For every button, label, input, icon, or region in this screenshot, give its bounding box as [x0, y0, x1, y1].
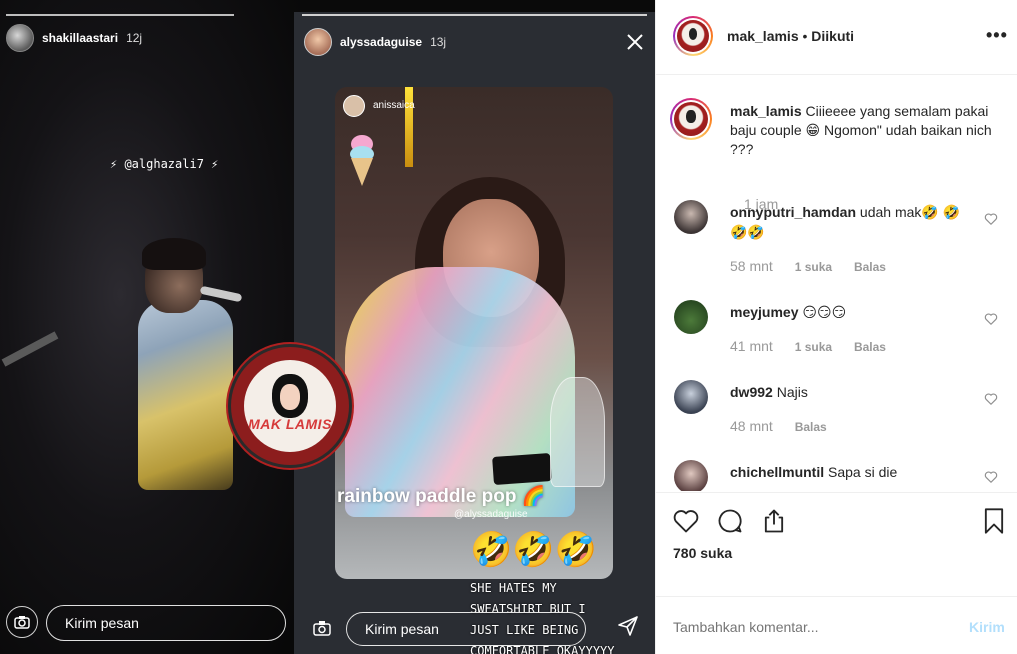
- more-options-icon[interactable]: •••: [986, 26, 1008, 44]
- inner-story-avatar: [343, 95, 365, 117]
- heart-icon[interactable]: [984, 212, 998, 226]
- comment-body: onnyputri_hamdan udah mak🤣 🤣🤣🤣: [730, 202, 970, 242]
- story-message-input[interactable]: Kirim pesan: [46, 605, 286, 641]
- story-username[interactable]: shakillaastari: [42, 31, 118, 45]
- caption-body: mak_lamis Ciiieeee yang semalam pakai ba…: [730, 102, 1000, 159]
- emoji-sticker: 🤣🤣🤣: [470, 531, 598, 569]
- comment-body: meyjumey 😏😏😏: [730, 302, 970, 322]
- story-sticker-tag: @alyssadaguise: [454, 509, 528, 520]
- singer-hair: [142, 238, 206, 270]
- separator-dot: •: [802, 28, 808, 44]
- phone-on-table: [492, 453, 552, 485]
- comment-meta: 41 mnt 1 suka Balas: [730, 338, 904, 354]
- post-side-panel: mak_lamis • Diikuti ••• mak_lamis Ciiiee…: [655, 0, 1017, 654]
- story-time: 12j: [126, 31, 143, 45]
- story-avatar[interactable]: [6, 24, 34, 52]
- wine-glass: [550, 377, 605, 487]
- story-time: 13j: [430, 35, 447, 49]
- singer-body: [138, 300, 233, 490]
- send-icon[interactable]: [616, 614, 640, 638]
- comment-avatar[interactable]: [674, 380, 708, 414]
- comment-meta: 58 mnt 1 suka Balas: [730, 258, 904, 274]
- comment-time[interactable]: 58 mnt: [730, 258, 773, 274]
- mak-lamis-watermark-logo: MAK LAMIS: [228, 344, 352, 468]
- comment-input[interactable]: [673, 619, 953, 635]
- comment-avatar[interactable]: [674, 300, 708, 334]
- story-avatar[interactable]: [304, 28, 332, 56]
- watermark-text: MAK LAMIS: [248, 416, 332, 432]
- comment-text: 😏😏😏: [802, 304, 847, 320]
- comment-avatar[interactable]: [674, 200, 708, 234]
- heart-icon[interactable]: [984, 470, 998, 484]
- camera-icon[interactable]: [6, 606, 38, 638]
- comment-body: dw992 Najis: [730, 382, 970, 402]
- comment-body: chichellmuntil Sapa si die: [730, 462, 970, 482]
- ice-cream-sticker-icon: [350, 135, 374, 186]
- reply-button[interactable]: Balas: [795, 420, 827, 434]
- story-progress-bar: [302, 14, 647, 16]
- likes-count[interactable]: 780 suka: [673, 545, 732, 561]
- inner-story-username: anissaica: [373, 100, 415, 111]
- comment-time[interactable]: 41 mnt: [730, 338, 773, 354]
- comment-avatar[interactable]: [674, 460, 708, 491]
- caption-avatar[interactable]: [670, 98, 712, 140]
- story-progress-bar: [6, 14, 234, 16]
- story-mention: ⚡ @alghazali7 ⚡: [110, 157, 219, 171]
- story-username[interactable]: alyssadaguise: [340, 35, 422, 49]
- comment-username[interactable]: meyjumey: [730, 304, 798, 320]
- add-comment-bar: Kirim: [656, 596, 1017, 654]
- post-actions: 780 suka: [656, 492, 1017, 596]
- camera-icon[interactable]: [308, 613, 336, 643]
- comment-time[interactable]: 48 mnt: [730, 418, 773, 434]
- lamp-light: [405, 87, 413, 167]
- comment-username[interactable]: onnyputri_hamdan: [730, 204, 856, 220]
- guitar-neck: [1, 331, 59, 367]
- comment-username[interactable]: dw992: [730, 384, 773, 400]
- post-media: shakillaastari 12j ⚡ @alghazali7 ⚡ Kirim…: [0, 0, 655, 654]
- comments-list[interactable]: mak_lamis Ciiieeee yang semalam pakai ba…: [656, 76, 1017, 491]
- author-avatar[interactable]: [673, 16, 713, 56]
- comment-bubble-icon[interactable]: [716, 507, 744, 535]
- post-header: mak_lamis • Diikuti •••: [656, 0, 1017, 75]
- comment-text: Najis: [776, 384, 808, 400]
- comment-meta: 48 mnt Balas: [730, 418, 845, 434]
- comment-username[interactable]: chichellmuntil: [730, 464, 824, 480]
- caption-username[interactable]: mak_lamis: [730, 103, 802, 119]
- post-comment-button[interactable]: Kirim: [969, 619, 1005, 635]
- post-author[interactable]: mak_lamis: [727, 28, 799, 44]
- story-message-input[interactable]: Kirim pesan: [346, 612, 586, 646]
- story-right: alyssadaguise 13j anissaica rainbow padd…: [294, 12, 655, 654]
- comment-text: Sapa si die: [828, 464, 898, 480]
- comment-likes[interactable]: 1 suka: [795, 260, 832, 274]
- close-icon[interactable]: [625, 32, 645, 52]
- save-bookmark-icon[interactable]: [980, 507, 1008, 535]
- story-header: shakillaastari 12j: [6, 24, 142, 52]
- post-author-line: mak_lamis • Diikuti: [727, 28, 854, 44]
- follow-status-button[interactable]: Diikuti: [811, 28, 854, 44]
- story-left: shakillaastari 12j ⚡ @alghazali7 ⚡ Kirim…: [0, 0, 300, 654]
- story-header: alyssadaguise 13j: [304, 28, 446, 56]
- heart-icon[interactable]: [984, 312, 998, 326]
- like-heart-icon[interactable]: [672, 507, 700, 535]
- comment-likes[interactable]: 1 suka: [795, 340, 832, 354]
- reply-button[interactable]: Balas: [854, 260, 886, 274]
- heart-icon[interactable]: [984, 392, 998, 406]
- reply-button[interactable]: Balas: [854, 340, 886, 354]
- share-icon[interactable]: [760, 507, 788, 535]
- story-sticker-text: rainbow paddle pop 🌈: [337, 486, 546, 507]
